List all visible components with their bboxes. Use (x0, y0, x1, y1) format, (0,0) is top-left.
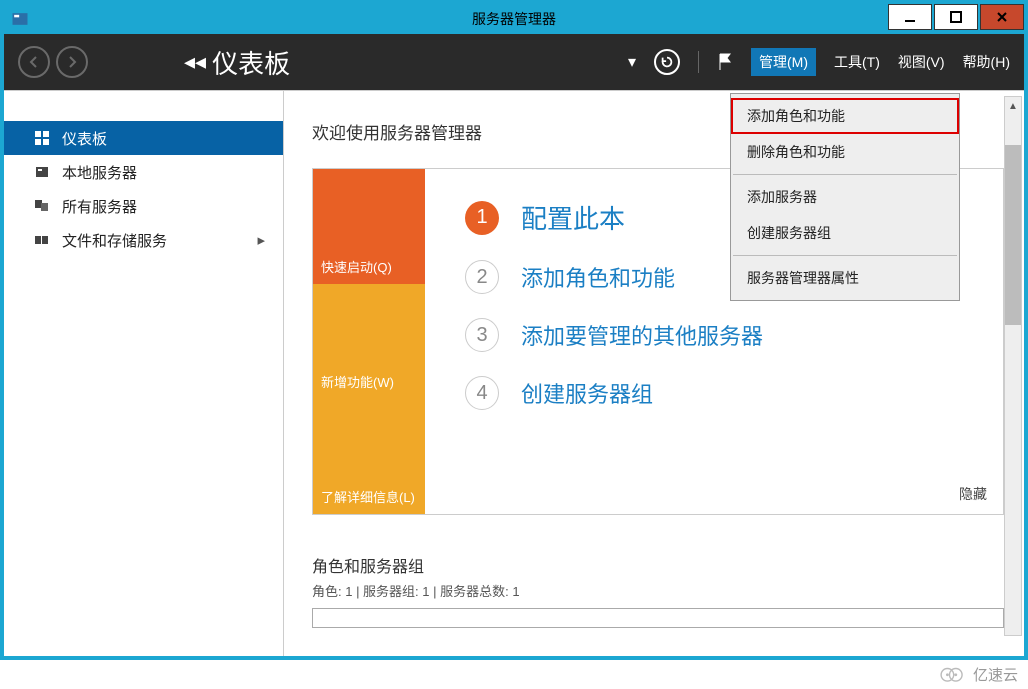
menu-manage[interactable]: 管理(M) (751, 48, 816, 76)
dd-separator (733, 174, 957, 175)
window-controls (886, 8, 1024, 30)
dd-add-roles[interactable]: 添加角色和功能 (731, 98, 959, 134)
server-icon (34, 164, 52, 180)
toolbar-right: ▾ 管理(M) 工具(T) 视图(V) 帮助(H) (628, 48, 1010, 76)
maximize-button[interactable] (934, 4, 978, 30)
hide-link[interactable]: 隐藏 (959, 484, 987, 504)
tile-label: 了解详细信息(L) (321, 487, 415, 506)
menu-view[interactable]: 视图(V) (898, 52, 945, 72)
step-label: 添加角色和功能 (521, 261, 675, 293)
group-box (312, 608, 1004, 628)
tile-whatsnew[interactable]: 新增功能(W) (313, 284, 425, 399)
manage-dropdown: 添加角色和功能 删除角色和功能 添加服务器 创建服务器组 服务器管理器属性 (730, 93, 960, 301)
dd-separator (733, 255, 957, 256)
storage-icon (34, 232, 52, 248)
close-button[interactable] (980, 4, 1024, 30)
dd-properties[interactable]: 服务器管理器属性 (731, 260, 959, 296)
step-label: 添加要管理的其他服务器 (521, 319, 763, 351)
step-add-servers[interactable]: 3 添加要管理的其他服务器 (465, 318, 983, 352)
forward-button[interactable] (56, 46, 88, 78)
breadcrumb-label: 仪表板 (212, 44, 290, 81)
tile-label: 新增功能(W) (321, 372, 394, 391)
sidebar-item-label: 仪表板 (62, 128, 107, 149)
refresh-button[interactable] (654, 49, 680, 75)
step-number: 2 (465, 260, 499, 294)
scroll-thumb[interactable] (1005, 145, 1021, 325)
flag-icon[interactable] (717, 52, 733, 72)
titlebar: 服务器管理器 (4, 4, 1024, 34)
scroll-up-icon[interactable]: ▲ (1005, 97, 1021, 115)
scrollbar[interactable]: ▲ (1004, 96, 1022, 636)
step-label: 配置此本 (521, 199, 625, 236)
step-number: 1 (465, 201, 499, 235)
minimize-button[interactable] (888, 4, 932, 30)
breadcrumb-dropdown-icon[interactable]: ▾ (628, 52, 636, 72)
step-label: 创建服务器组 (521, 377, 653, 409)
watermark-text: 亿速云 (973, 664, 1018, 685)
step-number: 3 (465, 318, 499, 352)
app-icon (10, 9, 30, 29)
group-subtitle: 角色: 1 | 服务器组: 1 | 服务器总数: 1 (312, 581, 1024, 600)
step-number: 4 (465, 376, 499, 410)
sidebar-item-label: 所有服务器 (62, 196, 137, 217)
back-button[interactable] (18, 46, 50, 78)
breadcrumb-arrows-icon: ◂◂ (184, 49, 206, 75)
watermark: 亿速云 (939, 664, 1018, 685)
sidebar-item-local-server[interactable]: 本地服务器 (4, 155, 283, 189)
dashboard-icon (34, 130, 52, 146)
dd-add-server[interactable]: 添加服务器 (731, 179, 959, 215)
window-title: 服务器管理器 (472, 9, 556, 29)
sidebar-item-file-storage[interactable]: 文件和存储服务 ▸ (4, 223, 283, 257)
tiles-column: 快速启动(Q) 新增功能(W) 了解详细信息(L) (313, 169, 425, 514)
chevron-right-icon: ▸ (257, 231, 265, 249)
sidebar-item-label: 本地服务器 (62, 162, 137, 183)
servers-icon (34, 198, 52, 214)
tile-label: 快速启动(Q) (321, 257, 392, 276)
sidebar-item-all-servers[interactable]: 所有服务器 (4, 189, 283, 223)
sidebar-item-label: 文件和存储服务 (62, 230, 167, 251)
dd-remove-roles[interactable]: 删除角色和功能 (731, 134, 959, 170)
separator (698, 51, 699, 73)
sidebar: 仪表板 本地服务器 所有服务器 文件和存储服务 ▸ (4, 91, 284, 656)
menu-tools[interactable]: 工具(T) (834, 52, 880, 72)
group-title: 角色和服务器组 (312, 553, 1024, 577)
sidebar-item-dashboard[interactable]: 仪表板 (4, 121, 283, 155)
menu-help[interactable]: 帮助(H) (963, 52, 1010, 72)
toolbar: ◂◂ 仪表板 ▾ 管理(M) 工具(T) 视图(V) 帮助(H) (4, 34, 1024, 90)
step-create-group[interactable]: 4 创建服务器组 (465, 376, 983, 410)
tile-learnmore[interactable]: 了解详细信息(L) (313, 399, 425, 514)
dd-create-group[interactable]: 创建服务器组 (731, 215, 959, 251)
tile-quickstart[interactable]: 快速启动(Q) (313, 169, 425, 284)
breadcrumb[interactable]: ◂◂ 仪表板 (184, 44, 290, 81)
watermark-logo-icon (939, 665, 967, 685)
group-section: 角色和服务器组 角色: 1 | 服务器组: 1 | 服务器总数: 1 (312, 553, 1024, 628)
